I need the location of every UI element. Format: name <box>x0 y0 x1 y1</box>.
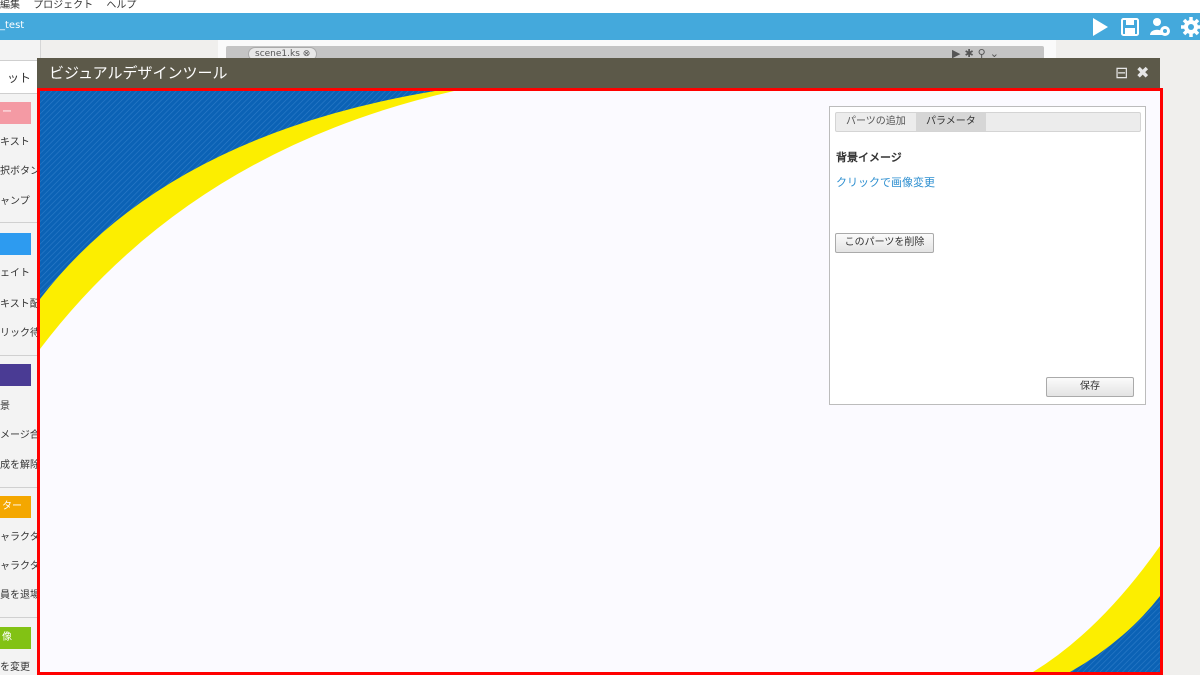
divider <box>0 355 40 356</box>
modal-title-bar: ビジュアルデザインツール ⊟ ✖ <box>37 58 1160 88</box>
gear-icon[interactable] <box>1180 16 1200 38</box>
component-sidebar: ット ー キスト 択ボタン ャンプ ェイト キスト配置 リック待ち 景 メージ合… <box>0 40 41 675</box>
panel-tabs: パーツの追加 パラメータ <box>835 112 1141 132</box>
minimize-icon[interactable]: ⊟ <box>1115 58 1128 88</box>
sidebar-item-text[interactable]: キスト <box>0 133 40 148</box>
tab-add-parts[interactable]: パーツの追加 <box>836 113 916 131</box>
sidebar-item-change[interactable]: を変更 <box>0 658 40 673</box>
play-icon[interactable] <box>1089 16 1111 38</box>
sidebar-item-background[interactable]: 景 <box>0 397 40 412</box>
sidebar-item-release-compose[interactable]: 成を解除 <box>0 456 40 471</box>
category-header <box>0 233 31 255</box>
category-header: 像 <box>0 627 31 649</box>
divider <box>0 617 40 618</box>
sidebar-item-character[interactable]: ャラクター <box>0 557 40 572</box>
category-header: ー <box>0 102 31 124</box>
app-header: _test <box>0 13 1200 40</box>
close-icon[interactable]: ✖ <box>1136 58 1149 88</box>
sidebar-item-exit-all[interactable]: 員を退場 <box>0 586 40 601</box>
change-image-link[interactable]: クリックで画像変更 <box>836 174 935 190</box>
menu-edit[interactable]: 編集 <box>0 0 20 11</box>
menu-project[interactable]: プロジェクト <box>33 0 93 11</box>
save-button[interactable]: 保存 <box>1046 377 1134 397</box>
delete-part-button[interactable]: このパーツを削除 <box>835 233 934 253</box>
category-header: ター <box>0 496 31 518</box>
save-icon[interactable] <box>1119 16 1141 38</box>
sidebar-tab[interactable]: ット <box>0 60 38 94</box>
divider <box>0 487 40 488</box>
sidebar-item-text-layout[interactable]: キスト配置 <box>0 295 40 310</box>
tab-parameters[interactable]: パラメータ <box>916 113 986 131</box>
background-image-label: 背景イメージ <box>836 151 902 164</box>
divider <box>0 222 40 223</box>
menu-help[interactable]: ヘルプ <box>106 0 136 11</box>
sidebar-item-character[interactable]: ャラクター <box>0 528 40 543</box>
sidebar-item-jump[interactable]: ャンプ <box>0 192 40 207</box>
modal-title: ビジュアルデザインツール <box>49 64 228 82</box>
sidebar-item-wait[interactable]: ェイト <box>0 264 40 279</box>
sidebar-item-choice-button[interactable]: 択ボタン <box>0 162 40 177</box>
parameter-panel: パーツの追加 パラメータ 背景イメージ クリックで画像変更 このパーツを削除 保… <box>829 106 1146 405</box>
sidebar-item-click-wait[interactable]: リック待ち <box>0 324 40 339</box>
project-title: _test <box>0 20 25 31</box>
users-gear-icon[interactable] <box>1149 16 1171 38</box>
sidebar-item-image-compose[interactable]: メージ合成 <box>0 426 40 441</box>
menu-bar: 編集 プロジェクト ヘルプ <box>0 0 1200 13</box>
category-header <box>0 364 31 386</box>
